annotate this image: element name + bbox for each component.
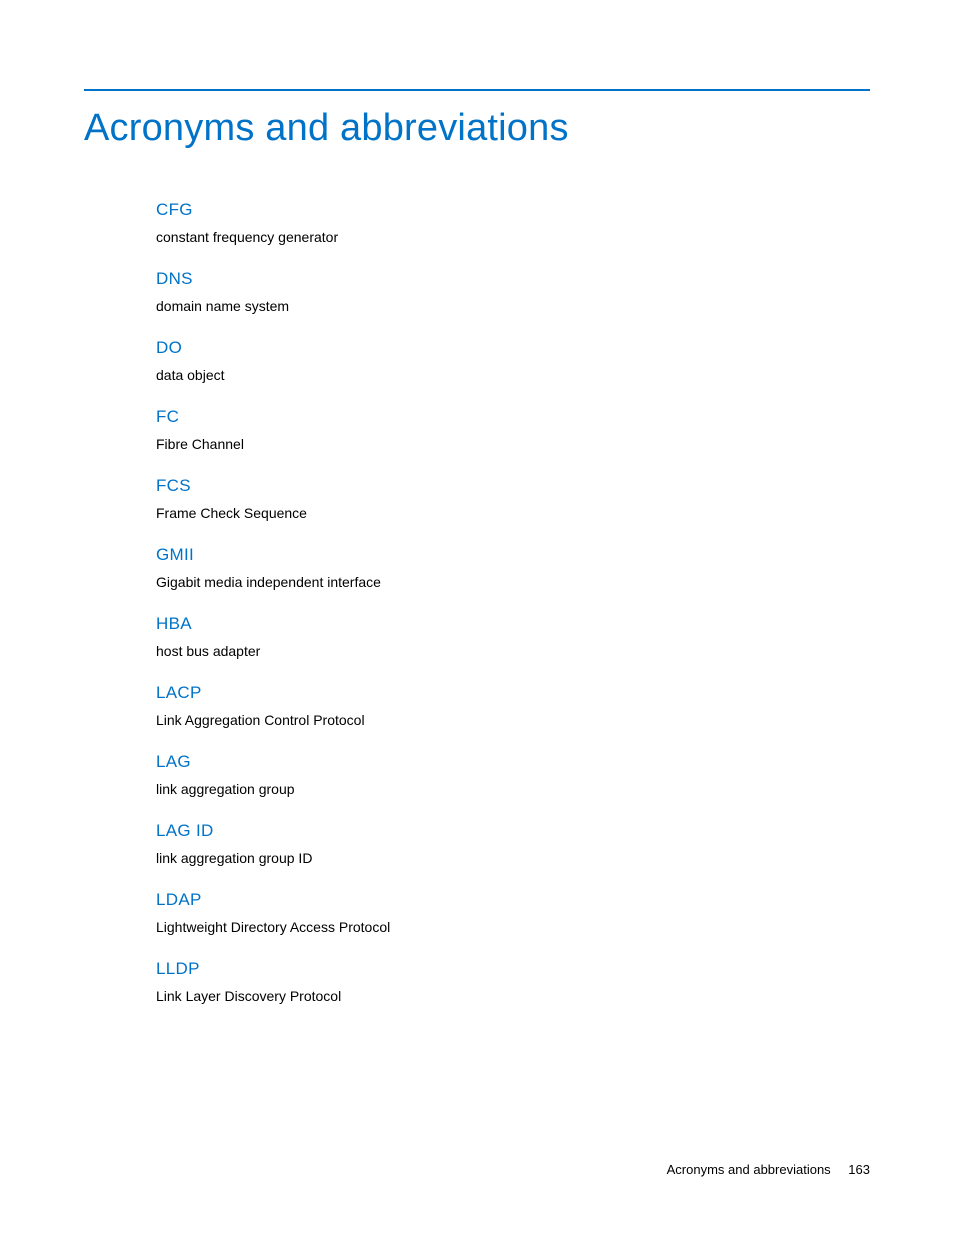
glossary-entry: CFG constant frequency generator [156,200,870,245]
glossary-entry: LAG ID link aggregation group ID [156,821,870,866]
footer-page-number: 163 [848,1162,870,1177]
definition: link aggregation group [156,781,870,797]
definition: Link Layer Discovery Protocol [156,988,870,1004]
glossary-entry: DO data object [156,338,870,383]
term: LAG [156,752,870,772]
glossary-entry: FC Fibre Channel [156,407,870,452]
term: LACP [156,683,870,703]
page-footer: Acronyms and abbreviations 163 [667,1162,870,1177]
glossary-entry: DNS domain name system [156,269,870,314]
glossary-entry: GMII Gigabit media independent interface [156,545,870,590]
definition: Frame Check Sequence [156,505,870,521]
glossary-entry: LAG link aggregation group [156,752,870,797]
term: DO [156,338,870,358]
page-title: Acronyms and abbreviations [84,107,569,150]
definition: Fibre Channel [156,436,870,452]
term: FCS [156,476,870,496]
definition: data object [156,367,870,383]
term: GMII [156,545,870,565]
definition: domain name system [156,298,870,314]
definition: Gigabit media independent interface [156,574,870,590]
term: LDAP [156,890,870,910]
footer-section: Acronyms and abbreviations [667,1162,831,1177]
term: LLDP [156,959,870,979]
definition: Link Aggregation Control Protocol [156,712,870,728]
glossary-entry: FCS Frame Check Sequence [156,476,870,521]
term: HBA [156,614,870,634]
definition: constant frequency generator [156,229,870,245]
definition: Lightweight Directory Access Protocol [156,919,870,935]
term: FC [156,407,870,427]
top-rule [84,89,870,91]
term: CFG [156,200,870,220]
term: LAG ID [156,821,870,841]
glossary-entry: LDAP Lightweight Directory Access Protoc… [156,890,870,935]
glossary-entry: HBA host bus adapter [156,614,870,659]
term: DNS [156,269,870,289]
definition: link aggregation group ID [156,850,870,866]
glossary-content: CFG constant frequency generator DNS dom… [156,200,870,1028]
glossary-entry: LACP Link Aggregation Control Protocol [156,683,870,728]
glossary-entry: LLDP Link Layer Discovery Protocol [156,959,870,1004]
definition: host bus adapter [156,643,870,659]
